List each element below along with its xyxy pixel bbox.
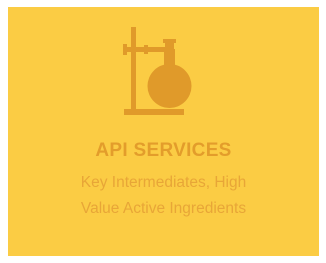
flask-stand-icon [122,25,212,117]
subtitle-line-2: Value Active Ingredients [80,200,247,217]
subtitle-line-1: Key Intermediates, High [80,174,247,191]
api-services-card[interactable]: API SERVICES Key Intermediates, High Val… [8,7,319,256]
card-subtitle: Key Intermediates, High Value Active Ing… [8,170,319,222]
card-title: API SERVICES [95,140,232,161]
